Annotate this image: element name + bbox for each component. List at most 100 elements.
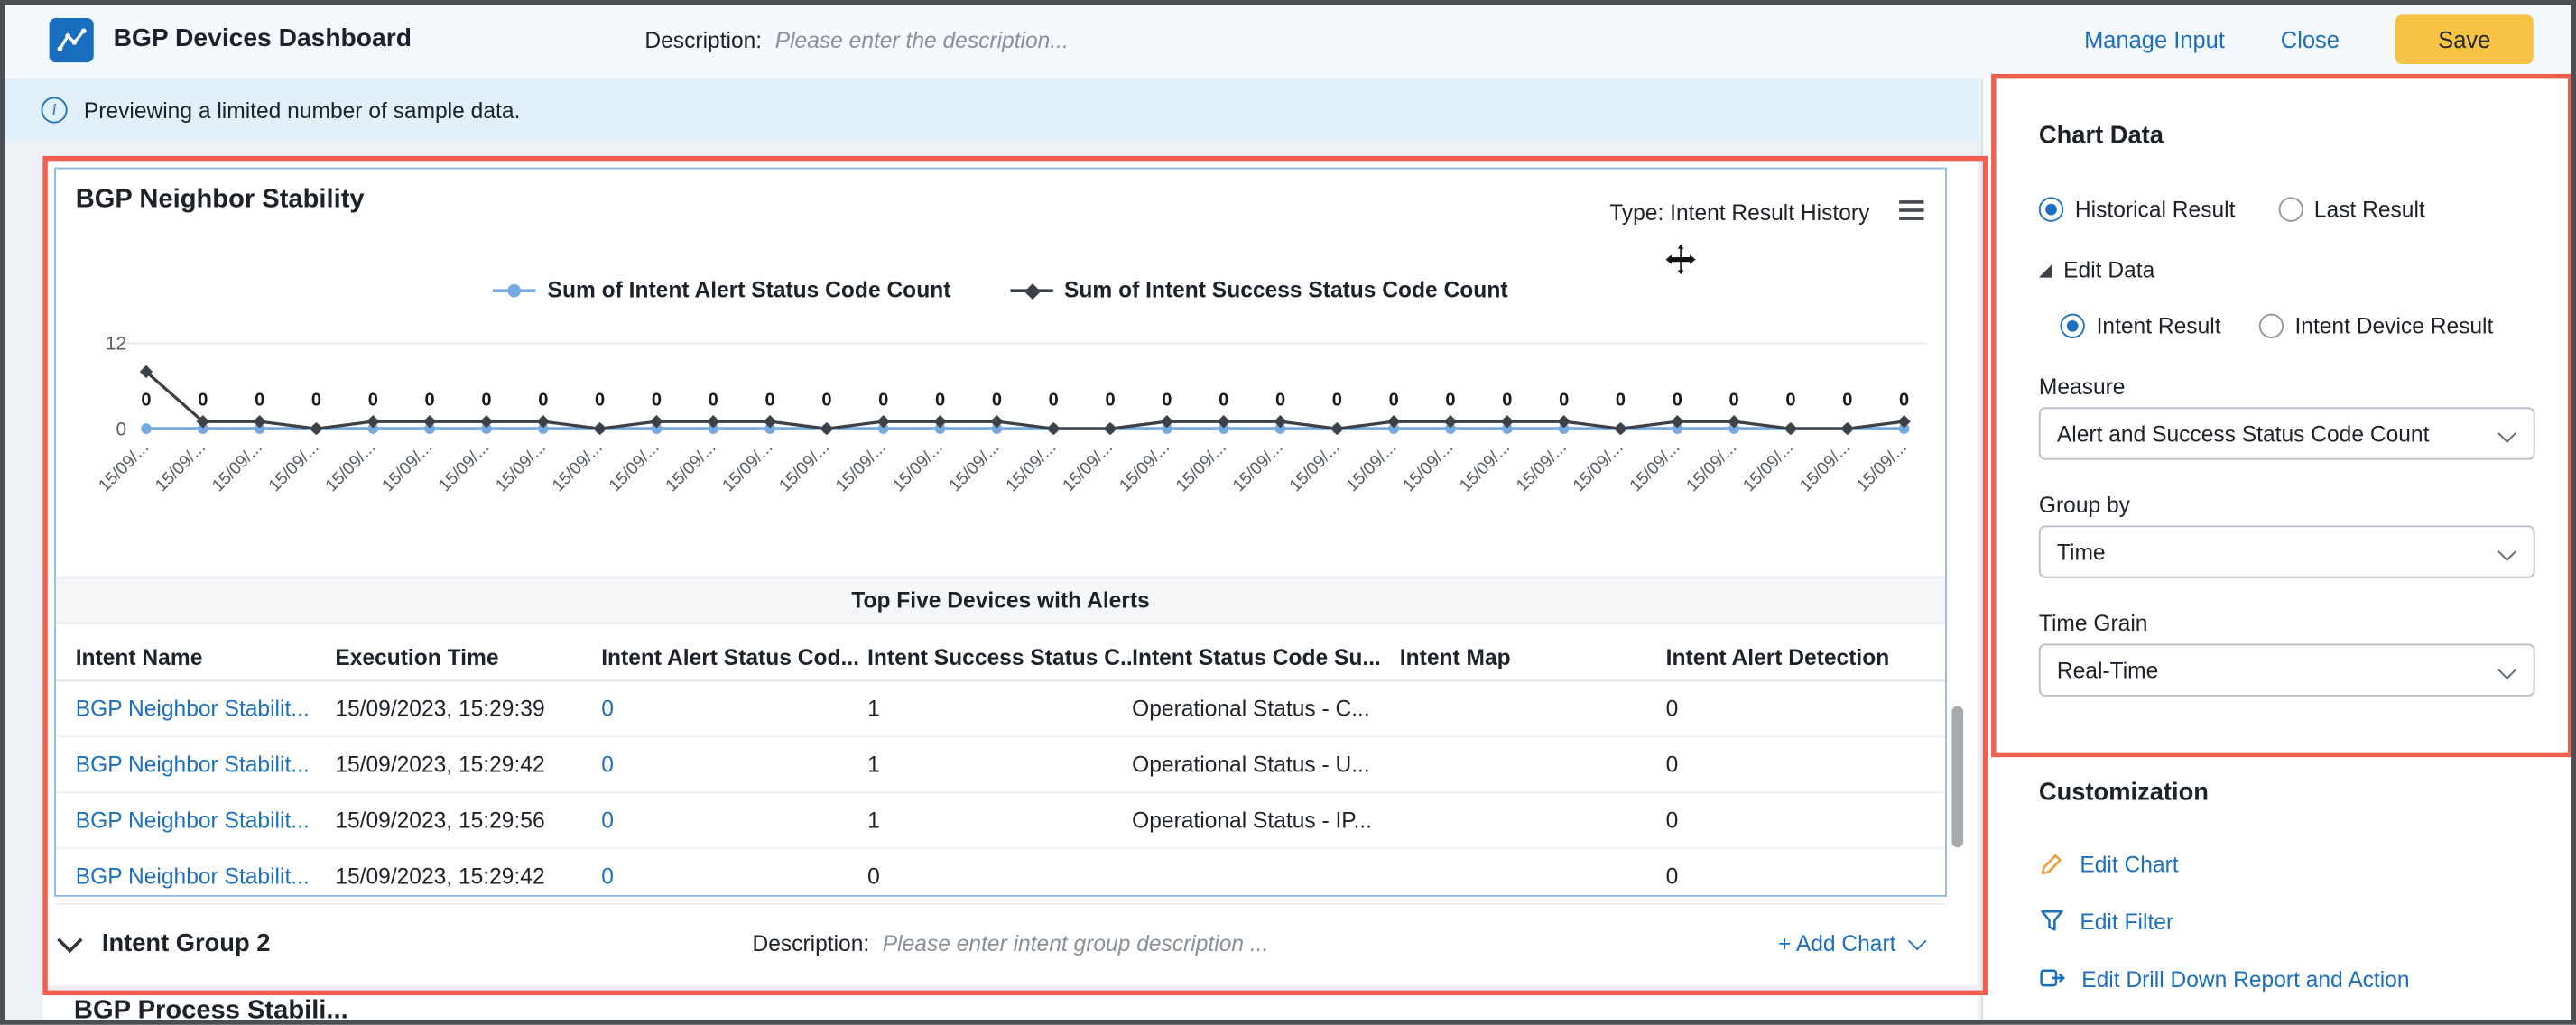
svg-text:15/09/...: 15/09/... [265,439,323,496]
chart-widget-card: BGP Neighbor Stability Type: Intent Resu… [54,168,1947,897]
svg-text:15/09/...: 15/09/... [379,439,437,496]
intent-name-link[interactable]: BGP Neighbor Stabilit... [76,753,336,777]
intent-result-label: Intent Result [2097,314,2221,338]
svg-text:15/09/...: 15/09/... [1172,439,1230,496]
pencil-icon [2039,851,2065,877]
svg-text:0: 0 [1729,391,1739,411]
next-widget-title: BGP Process Stabili... [74,997,348,1020]
svg-text:0: 0 [198,391,208,411]
svg-text:0: 0 [368,391,378,411]
group-by-label: Group by [2039,493,2130,517]
svg-text:0: 0 [116,419,127,439]
alert-status-code-link[interactable]: 0 [601,753,867,777]
historical-result-radio[interactable] [2039,197,2063,221]
svg-text:15/09/...: 15/09/... [832,439,890,496]
chevron-down-icon[interactable] [57,927,82,952]
edit-filter-link[interactable]: Edit Filter [2039,909,2173,935]
column-header: Intent Status Code Su... [1132,645,1400,669]
table-title: Top Five Devices with Alerts [851,588,1149,613]
status-code-summary-cell: Operational Status - U... [1132,753,1400,777]
group-description-label: Description: [752,930,869,955]
svg-text:0: 0 [311,391,321,411]
success-status-code-cell: 1 [867,753,1132,777]
svg-text:15/09/...: 15/09/... [1683,439,1741,496]
group-description-input[interactable]: Please enter intent group description ..… [883,930,1269,955]
alert-detection-cell: 0 [1666,753,1945,777]
column-header: Intent Success Status C... [867,645,1132,669]
time-grain-label: Time Grain [2039,611,2148,635]
edit-data-label: Edit Data [2063,258,2154,282]
alert-detection-cell: 0 [1666,808,1945,833]
add-chart-button[interactable]: + Add Chart [1778,930,1923,955]
legend-circle-marker-icon [493,282,535,298]
vertical-scrollbar-thumb[interactable] [1951,706,1963,848]
svg-text:0: 0 [538,391,548,411]
svg-text:0: 0 [821,391,831,411]
intent-name-link[interactable]: BGP Neighbor Stabilit... [76,863,336,888]
svg-text:15/09/...: 15/09/... [1399,439,1457,496]
svg-text:15/09/...: 15/09/... [322,439,380,496]
table-row: BGP Neighbor Stabilit... 15/09/2023, 15:… [56,737,1945,793]
svg-text:15/09/...: 15/09/... [946,439,1004,496]
save-button[interactable]: Save [2395,14,2534,64]
legend-item-alert[interactable]: Sum of Intent Alert Status Code Count [493,278,950,302]
status-code-summary-cell: Operational Status - C... [1132,697,1400,721]
success-status-code-cell: 1 [867,808,1132,833]
svg-text:15/09/...: 15/09/... [1343,439,1401,496]
svg-text:15/09/...: 15/09/... [435,439,493,496]
intent-group-title[interactable]: Intent Group 2 [102,928,271,956]
intent-name-link[interactable]: BGP Neighbor Stabilit... [76,697,336,721]
column-header: Intent Name [76,645,336,669]
time-grain-select[interactable]: Real-Time [2039,644,2535,697]
collapse-triangle-icon [2039,263,2052,277]
chart-legend: Sum of Intent Alert Status Code Count Su… [56,278,1945,302]
svg-text:15/09/...: 15/09/... [775,439,833,496]
funnel-icon [2039,909,2065,935]
dashboard-window: BGP Devices Dashboard Description: Pleas… [0,0,2576,1025]
edit-chart-label: Edit Chart [2080,852,2178,876]
legend-diamond-marker-icon [1010,282,1052,298]
column-header: Intent Alert Status Cod... [601,645,867,669]
alert-detection-cell: 0 [1666,863,1945,888]
widget-menu-icon[interactable] [1899,200,1923,220]
svg-text:15/09/...: 15/09/... [1286,439,1344,496]
alert-status-code-link[interactable]: 0 [601,808,867,833]
svg-text:0: 0 [992,391,1002,411]
alert-status-code-link[interactable]: 0 [601,863,867,888]
legend-item-success[interactable]: Sum of Intent Success Status Code Count [1010,278,1508,302]
manage-input-link[interactable]: Manage Input [2084,26,2225,52]
edit-data-toggle[interactable]: Edit Data [2039,258,2154,282]
customization-heading: Customization [2039,779,2209,807]
edit-drilldown-link[interactable]: Edit Drill Down Report and Action [2039,965,2410,992]
svg-text:0: 0 [1332,391,1342,411]
execution-time-cell: 15/09/2023, 15:29:42 [335,863,601,888]
measure-select[interactable]: Alert and Success Status Code Count [2039,407,2535,459]
description-input[interactable]: Please enter the description... [775,27,1069,51]
app-logo-icon [50,17,94,61]
svg-text:0: 0 [709,391,718,411]
legend-label: Sum of Intent Alert Status Code Count [548,278,951,302]
alert-status-code-link[interactable]: 0 [601,697,867,721]
last-result-radio[interactable] [2278,197,2303,221]
data-source-radio-group: Intent Result Intent Device Result [2061,314,2494,338]
chevron-down-icon [2497,542,2516,561]
measure-label: Measure [2039,374,2126,399]
svg-text:15/09/...: 15/09/... [663,439,720,496]
intent-device-result-radio[interactable] [2258,314,2283,338]
time-grain-value: Real-Time [2057,658,2158,682]
success-status-code-cell: 1 [867,697,1132,721]
measure-value: Alert and Success Status Code Count [2057,421,2430,446]
preview-banner: i Previewing a limited number of sample … [0,78,1981,141]
svg-text:0: 0 [1105,391,1115,411]
drilldown-icon [2039,965,2067,992]
column-header: Intent Map [1400,645,1666,669]
edit-chart-link[interactable]: Edit Chart [2039,851,2179,877]
intent-result-radio[interactable] [2061,314,2085,338]
svg-text:0: 0 [1673,391,1682,411]
svg-text:0: 0 [481,391,491,411]
svg-text:15/09/...: 15/09/... [1626,439,1684,496]
close-link[interactable]: Close [2281,26,2340,52]
intent-name-link[interactable]: BGP Neighbor Stabilit... [76,808,336,833]
svg-text:15/09/...: 15/09/... [208,439,266,496]
group-by-select[interactable]: Time [2039,525,2535,577]
